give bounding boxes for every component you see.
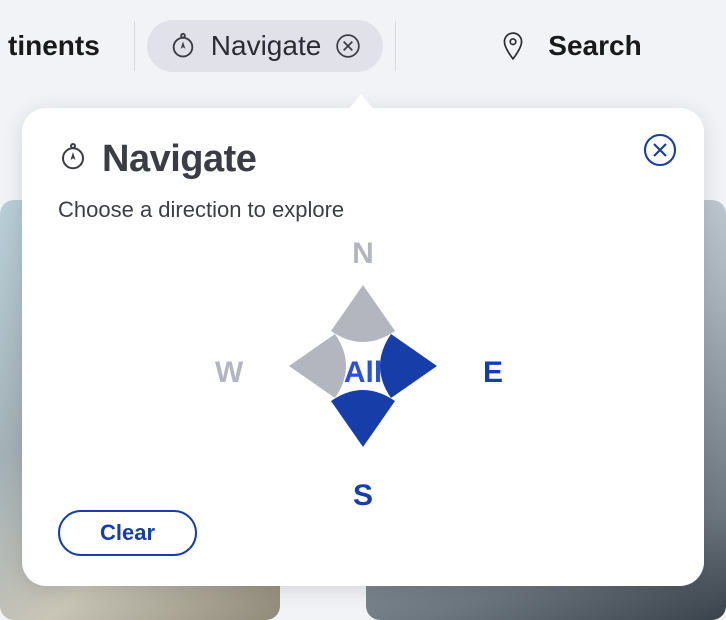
- close-button[interactable]: [642, 132, 678, 173]
- direction-north[interactable]: N: [352, 237, 374, 271]
- tab-continents[interactable]: tinents: [8, 20, 122, 72]
- direction-south[interactable]: S: [353, 479, 373, 513]
- popover-header: Navigate: [58, 138, 668, 181]
- popover-title: Navigate: [102, 138, 256, 181]
- tab-label: Search: [548, 30, 641, 62]
- tab-label: tinents: [8, 30, 100, 62]
- navigate-popover: Navigate Choose a direction to explore N…: [22, 108, 704, 586]
- popover-arrow: [348, 94, 374, 110]
- direction-east[interactable]: E: [483, 356, 503, 390]
- tab-search[interactable]: Search: [478, 20, 663, 72]
- compass-icon: [58, 142, 88, 177]
- separator: [134, 21, 135, 71]
- compass-icon: [169, 32, 197, 60]
- pin-icon: [500, 31, 526, 61]
- tab-label: Navigate: [211, 30, 322, 62]
- separator: [395, 21, 396, 71]
- compass-control: N S W E All: [233, 243, 493, 503]
- direction-west[interactable]: W: [215, 356, 243, 390]
- popover-subtitle: Choose a direction to explore: [58, 197, 668, 223]
- direction-all[interactable]: All: [344, 356, 382, 390]
- close-icon[interactable]: [335, 33, 361, 59]
- clear-button[interactable]: Clear: [58, 510, 197, 556]
- tab-bar: tinents Navigate Sear: [0, 0, 726, 92]
- tab-navigate[interactable]: Navigate: [147, 20, 384, 72]
